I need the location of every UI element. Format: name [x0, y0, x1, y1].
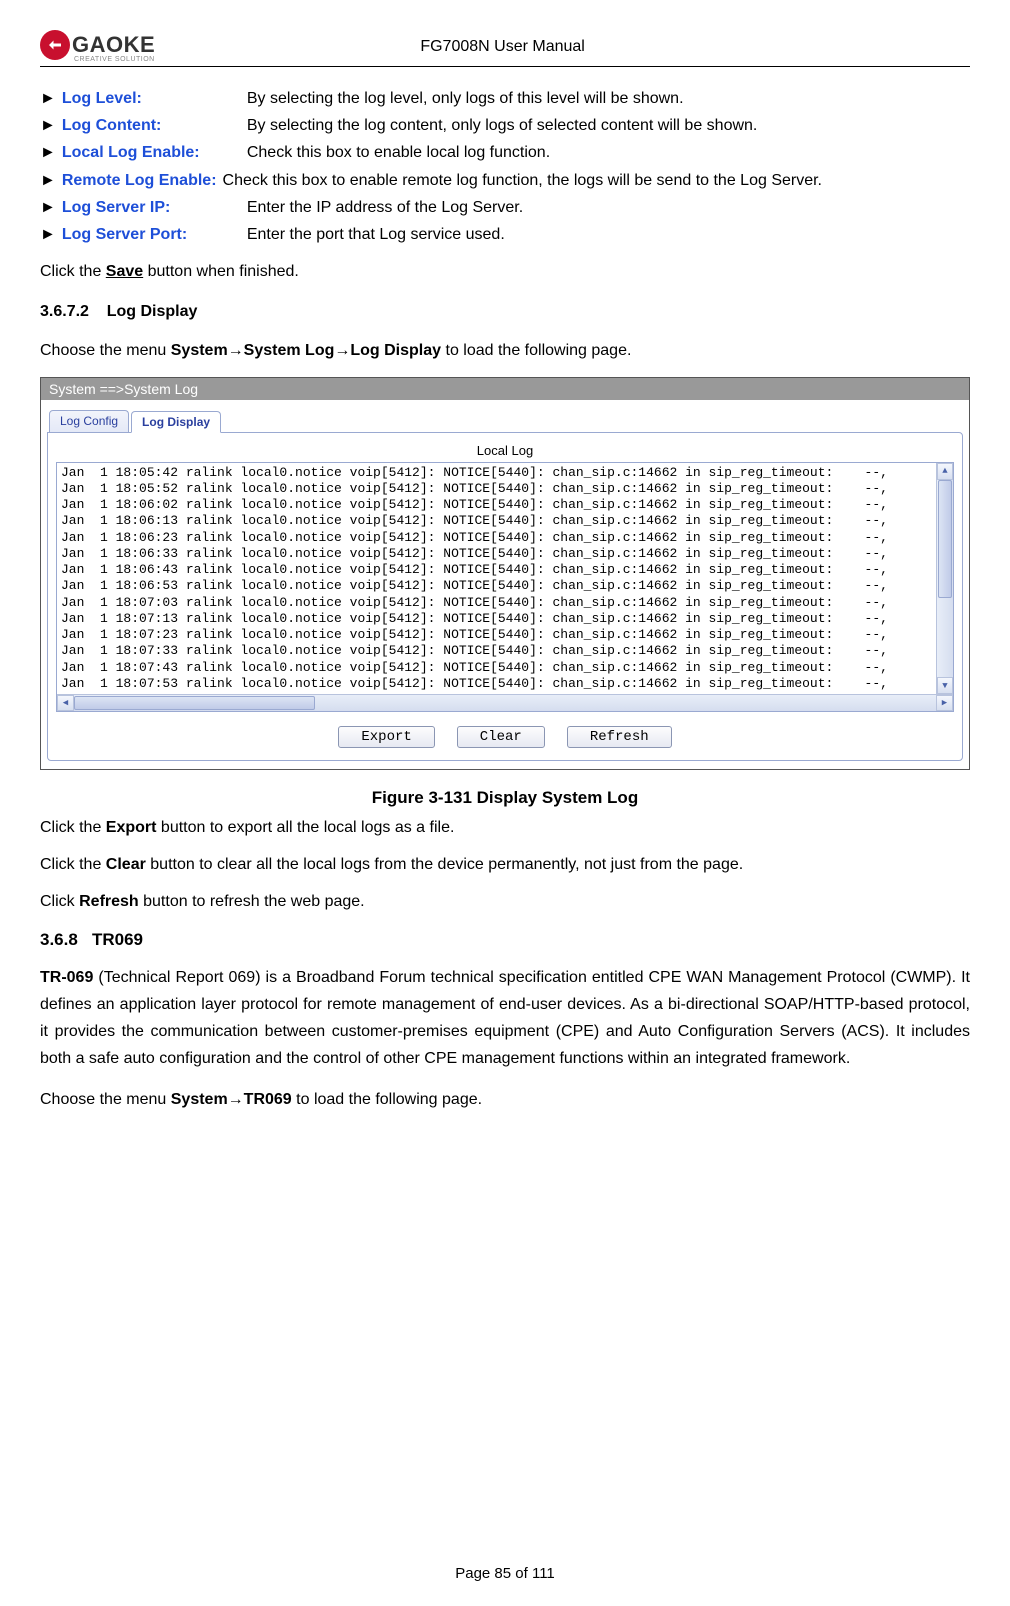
keyword: Refresh: [79, 893, 139, 910]
save-keyword: Save: [106, 263, 143, 280]
clear-button[interactable]: Clear: [457, 726, 545, 748]
text: Choose the menu: [40, 1091, 171, 1108]
text: button to refresh the web page.: [139, 893, 365, 910]
log-line: Jan 1 18:06:33 ralink local0.notice voip…: [61, 546, 953, 562]
log-line: Jan 1 18:06:53 ralink local0.notice voip…: [61, 578, 953, 594]
param-desc: By selecting the log level, only logs of…: [247, 85, 970, 112]
param-label: Local Log Enable:: [62, 139, 247, 166]
bullet-icon: ►: [40, 194, 56, 221]
menu-path: System: [171, 1091, 228, 1108]
section-title: Log Display: [107, 303, 198, 320]
param-label: Remote Log Enable:: [62, 167, 217, 194]
tab-panel: Local Log Jan 1 18:05:42 ralink local0.n…: [47, 432, 963, 762]
section-title: TR069: [92, 930, 143, 949]
log-line: Jan 1 18:06:13 ralink local0.notice voip…: [61, 513, 953, 529]
log-textarea[interactable]: Jan 1 18:05:42 ralink local0.notice voip…: [56, 462, 954, 713]
scroll-thumb[interactable]: [74, 696, 315, 710]
param-label: Log Server IP:: [62, 194, 247, 221]
tr069-paragraph: TR-069 (Technical Report 069) is a Broad…: [40, 964, 970, 1073]
refresh-instruction: Click Refresh button to refresh the web …: [40, 888, 970, 915]
log-line: Jan 1 18:06:43 ralink local0.notice voip…: [61, 562, 953, 578]
menu-path: Log Display: [350, 342, 441, 359]
text: Click the: [40, 263, 106, 280]
arrow-icon: →: [228, 342, 244, 359]
param-desc: Enter the port that Log service used.: [247, 221, 970, 248]
nav-instruction: Choose the menu System→System Log→Log Di…: [40, 337, 970, 364]
scroll-thumb[interactable]: [938, 480, 952, 599]
text: button to clear all the local logs from …: [146, 856, 743, 873]
section-number: 3.6.7.2: [40, 303, 89, 320]
param-desc: Check this box to enable remote log func…: [223, 167, 970, 194]
keyword: TR-069: [40, 969, 93, 986]
menu-path: System: [171, 342, 228, 359]
bullet-icon: ►: [40, 167, 56, 194]
param-desc: By selecting the log content, only logs …: [247, 112, 970, 139]
log-line: Jan 1 18:07:13 ralink local0.notice voip…: [61, 611, 953, 627]
bullet-icon: ►: [40, 139, 56, 166]
param-desc: Check this box to enable local log funct…: [247, 139, 970, 166]
scroll-down-icon[interactable]: ▼: [937, 677, 953, 694]
export-instruction: Click the Export button to export all th…: [40, 814, 970, 841]
vertical-scrollbar[interactable]: ▲ ▼: [936, 463, 953, 695]
page-footer: Page 85 of 111: [0, 1565, 1010, 1582]
text: Click the: [40, 819, 106, 836]
bullet-icon: ►: [40, 112, 56, 139]
text: to load the following page.: [441, 342, 631, 359]
log-line: Jan 1 18:07:53 ralink local0.notice voip…: [61, 676, 953, 692]
section-number: 3.6.8: [40, 930, 78, 949]
log-line: Jan 1 18:06:23 ralink local0.notice voip…: [61, 530, 953, 546]
refresh-button[interactable]: Refresh: [567, 726, 672, 748]
window-title: System ==>System Log: [41, 378, 969, 400]
text: to load the following page.: [292, 1091, 482, 1108]
horizontal-scrollbar[interactable]: ◀ ▶: [57, 694, 953, 711]
tab-log-config[interactable]: Log Config: [49, 410, 129, 432]
log-line: Jan 1 18:05:42 ralink local0.notice voip…: [61, 465, 953, 481]
tab-bar: Log Config Log Display: [49, 410, 963, 432]
scroll-left-icon[interactable]: ◀: [57, 695, 74, 711]
tr069-nav-instruction: Choose the menu System→TR069 to load the…: [40, 1086, 970, 1113]
button-row: Export Clear Refresh: [56, 726, 954, 748]
export-button[interactable]: Export: [338, 726, 434, 748]
doc-title: FG7008N User Manual: [35, 38, 970, 56]
parameter-list: ►Log Level:By selecting the log level, o…: [40, 85, 970, 248]
keyword: Export: [106, 819, 157, 836]
log-line: Jan 1 18:07:23 ralink local0.notice voip…: [61, 627, 953, 643]
param-label: Log Content:: [62, 112, 247, 139]
clear-instruction: Click the Clear button to clear all the …: [40, 851, 970, 878]
param-label: Log Server Port:: [62, 221, 247, 248]
logo-subtitle: CREATIVE SOLUTION: [74, 56, 155, 63]
figure-caption: Figure 3-131 Display System Log: [40, 788, 970, 808]
text: Choose the menu: [40, 342, 171, 359]
section-3-6-8-heading: 3.6.8 TR069: [40, 930, 970, 950]
menu-path: System Log: [244, 342, 335, 359]
bullet-icon: ►: [40, 85, 56, 112]
log-line: Jan 1 18:07:03 ralink local0.notice voip…: [61, 595, 953, 611]
panel-title: Local Log: [56, 443, 954, 458]
text: (Technical Report 069) is a Broadband Fo…: [40, 969, 970, 1068]
param-label: Log Level:: [62, 85, 247, 112]
arrow-icon: →: [334, 342, 350, 359]
save-instruction: Click the Save button when finished.: [40, 258, 970, 285]
log-line: Jan 1 18:06:02 ralink local0.notice voip…: [61, 497, 953, 513]
logo-mark-icon: [40, 30, 70, 60]
scroll-up-icon[interactable]: ▲: [937, 463, 953, 480]
tab-log-display[interactable]: Log Display: [131, 411, 221, 433]
scroll-right-icon[interactable]: ▶: [936, 695, 953, 711]
text: button when finished.: [143, 263, 299, 280]
screenshot-log-display: System ==>System Log Log Config Log Disp…: [40, 377, 970, 771]
page-header: GAOKE CREATIVE SOLUTION FG7008N User Man…: [40, 30, 970, 67]
section-3-6-7-2-heading: 3.6.7.2 Log Display: [40, 303, 970, 321]
bullet-icon: ►: [40, 221, 56, 248]
text: Click: [40, 893, 79, 910]
text: Click the: [40, 856, 106, 873]
log-line: Jan 1 18:07:33 ralink local0.notice voip…: [61, 643, 953, 659]
menu-path: TR069: [244, 1091, 292, 1108]
text: button to export all the local logs as a…: [156, 819, 454, 836]
keyword: Clear: [106, 856, 146, 873]
log-line: Jan 1 18:05:52 ralink local0.notice voip…: [61, 481, 953, 497]
param-desc: Enter the IP address of the Log Server.: [247, 194, 970, 221]
arrow-icon: →: [228, 1091, 244, 1108]
log-line: Jan 1 18:07:43 ralink local0.notice voip…: [61, 660, 953, 676]
